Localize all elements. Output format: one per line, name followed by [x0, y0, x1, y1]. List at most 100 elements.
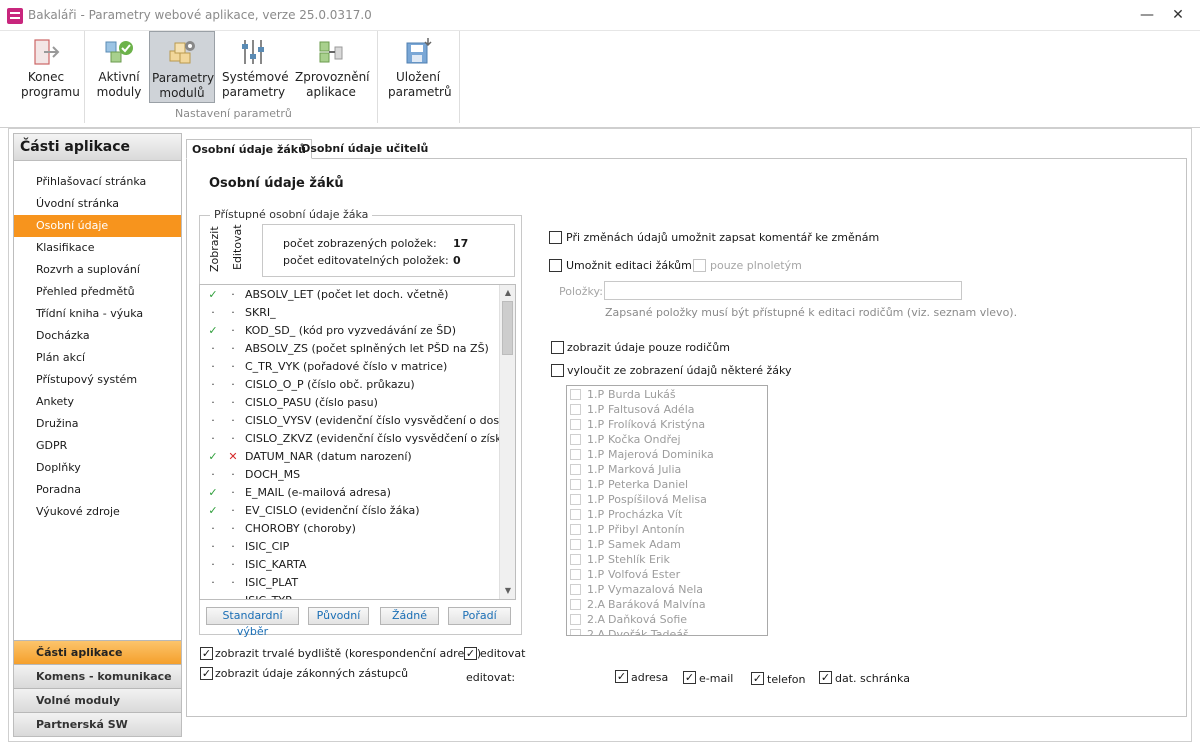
list-item[interactable]: · · ISIC_TYP: [200, 592, 500, 599]
sidebar-item[interactable]: Osobní údaje: [14, 215, 181, 237]
edit-address-field-checkbox[interactable]: ✓: [615, 670, 628, 683]
app-launch-button[interactable]: Zprovoznění aplikace: [292, 31, 370, 103]
check-icon[interactable]: ✓: [206, 484, 220, 502]
pupil-checkbox[interactable]: [570, 584, 581, 595]
list-item[interactable]: · · CISLO_O_P (číslo obč. průkazu): [200, 376, 500, 394]
parents-only-checkbox[interactable]: [551, 341, 564, 354]
sidebar-item[interactable]: Výukové zdroje: [14, 501, 181, 523]
pupil-checkbox[interactable]: [570, 449, 581, 460]
list-item[interactable]: · · CHOROBY (choroby): [200, 520, 500, 538]
dot-icon[interactable]: ·: [226, 484, 240, 502]
dot-icon[interactable]: ·: [206, 574, 220, 592]
pupil-checkbox[interactable]: [570, 599, 581, 610]
check-icon[interactable]: ✓: [206, 322, 220, 340]
sidebar-bottom-tab[interactable]: Části aplikace: [14, 640, 181, 664]
dot-icon[interactable]: ·: [226, 304, 240, 322]
dot-icon[interactable]: ·: [226, 358, 240, 376]
pupil-checkbox[interactable]: [570, 494, 581, 505]
dot-icon[interactable]: ·: [206, 412, 220, 430]
list-item[interactable]: · · ABSOLV_ZS (počet splněných let PŠD na …: [200, 340, 500, 358]
pupil-checkbox[interactable]: [570, 569, 581, 580]
pupil-checkbox[interactable]: [570, 554, 581, 565]
check-icon[interactable]: ✓: [206, 286, 220, 304]
none-button[interactable]: Žádné: [380, 607, 439, 625]
dot-icon[interactable]: ·: [226, 286, 240, 304]
list-item[interactable]: · · CISLO_PASU (číslo pasu): [200, 394, 500, 412]
adult-only-checkbox[interactable]: [693, 259, 706, 272]
list-item[interactable]: · · C_TR_VYK (pořadové číslo v matrice): [200, 358, 500, 376]
dot-icon[interactable]: ·: [226, 502, 240, 520]
sidebar-item[interactable]: Třídní kniha - výuka: [14, 303, 181, 325]
list-item[interactable]: · · ISIC_CIP: [200, 538, 500, 556]
comment-checkbox[interactable]: [549, 231, 562, 244]
list-item[interactable]: ✓ · E_MAIL (e-mailová adresa): [200, 484, 500, 502]
sidebar-bottom-tab[interactable]: Partnerská SW: [14, 712, 181, 736]
dot-icon[interactable]: ·: [226, 412, 240, 430]
pupil-checkbox[interactable]: [570, 479, 581, 490]
dot-icon[interactable]: ·: [226, 430, 240, 448]
scroll-down-icon[interactable]: ▼: [500, 583, 515, 599]
dot-icon[interactable]: ·: [206, 394, 220, 412]
dot-icon[interactable]: ·: [206, 466, 220, 484]
dot-icon[interactable]: ·: [206, 538, 220, 556]
sidebar-bottom-tab[interactable]: Komens - komunikace: [14, 664, 181, 688]
pupil-checkbox[interactable]: [570, 509, 581, 520]
dot-icon[interactable]: ·: [226, 538, 240, 556]
exclude-pupils-checkbox[interactable]: [551, 364, 564, 377]
permanent-address-checkbox[interactable]: ✓: [200, 647, 213, 660]
dot-icon[interactable]: ·: [206, 430, 220, 448]
scroll-up-icon[interactable]: ▲: [500, 285, 515, 301]
sidebar-item[interactable]: Přístupový systém: [14, 369, 181, 391]
dot-icon[interactable]: ·: [206, 304, 220, 322]
edit-databox-checkbox[interactable]: ✓: [819, 671, 832, 684]
pupil-checkbox[interactable]: [570, 629, 581, 635]
scroll-thumb[interactable]: [502, 301, 513, 355]
list-item[interactable]: ✓ ✕ DATUM_NAR (datum narození): [200, 448, 500, 466]
pupil-checkbox[interactable]: [570, 464, 581, 475]
exit-program-button[interactable]: Konec programu: [12, 31, 80, 103]
check-icon[interactable]: ✓: [206, 448, 220, 466]
sidebar-item[interactable]: Klasifikace: [14, 237, 181, 259]
pupil-checkbox[interactable]: [570, 434, 581, 445]
tab-student-data[interactable]: Osobní údaje žáků: [186, 139, 312, 159]
edit-email-checkbox[interactable]: ✓: [683, 671, 696, 684]
list-item[interactable]: · · CISLO_VYSV (evidenční číslo vysvědčení…: [200, 412, 500, 430]
pupil-checkbox[interactable]: [570, 524, 581, 535]
dot-icon[interactable]: ·: [206, 340, 220, 358]
list-item[interactable]: · · CISLO_ZKVZ (evidenční číslo vysvědčení…: [200, 430, 500, 448]
dot-icon[interactable]: ·: [206, 592, 220, 599]
tab-teacher-data[interactable]: Osobní údaje učitelů: [296, 139, 433, 159]
dot-icon[interactable]: ·: [206, 376, 220, 394]
sidebar-item[interactable]: Ankety: [14, 391, 181, 413]
sidebar-item[interactable]: Plán akcí: [14, 347, 181, 369]
list-item[interactable]: · · DOCH_MS: [200, 466, 500, 484]
edit-address-checkbox[interactable]: ✓: [464, 647, 477, 660]
check-icon[interactable]: ✓: [206, 502, 220, 520]
module-params-button[interactable]: Parametry modulů: [149, 31, 215, 103]
dot-icon[interactable]: ·: [226, 394, 240, 412]
items-input[interactable]: [604, 281, 962, 300]
sidebar-item[interactable]: Doplňky: [14, 457, 181, 479]
sidebar-item[interactable]: Úvodní stránka: [14, 193, 181, 215]
dot-icon[interactable]: ·: [226, 592, 240, 599]
sidebar-item[interactable]: Poradna: [14, 479, 181, 501]
pupil-checkbox[interactable]: [570, 404, 581, 415]
pupil-list[interactable]: 1.P Burda Lukáš 1.P Faltusová Adéla 1.P Frolí…: [566, 385, 768, 636]
sidebar-item[interactable]: Docházka: [14, 325, 181, 347]
dot-icon[interactable]: ·: [206, 520, 220, 538]
save-params-button[interactable]: Uložení parametrů: [385, 31, 452, 103]
close-button[interactable]: ✕: [1168, 6, 1188, 24]
pupil-checkbox[interactable]: [570, 419, 581, 430]
system-params-button[interactable]: Systémové parametry: [219, 31, 289, 103]
allow-edit-checkbox[interactable]: [549, 259, 562, 272]
dot-icon[interactable]: ·: [226, 556, 240, 574]
list-item[interactable]: ✓ · EV_CISLO (evidenční číslo žáka): [200, 502, 500, 520]
active-modules-button[interactable]: Aktivní moduly: [90, 31, 148, 103]
standard-selection-button[interactable]: Standardní výběr: [206, 607, 299, 638]
list-item[interactable]: ✓ · ABSOLV_LET (počet let doch. včetně): [200, 286, 500, 304]
sidebar-bottom-tab[interactable]: Volné moduly: [14, 688, 181, 712]
sidebar-item[interactable]: GDPR: [14, 435, 181, 457]
sidebar-item[interactable]: Přehled předmětů: [14, 281, 181, 303]
dot-icon[interactable]: ·: [226, 574, 240, 592]
dot-icon[interactable]: ·: [206, 358, 220, 376]
